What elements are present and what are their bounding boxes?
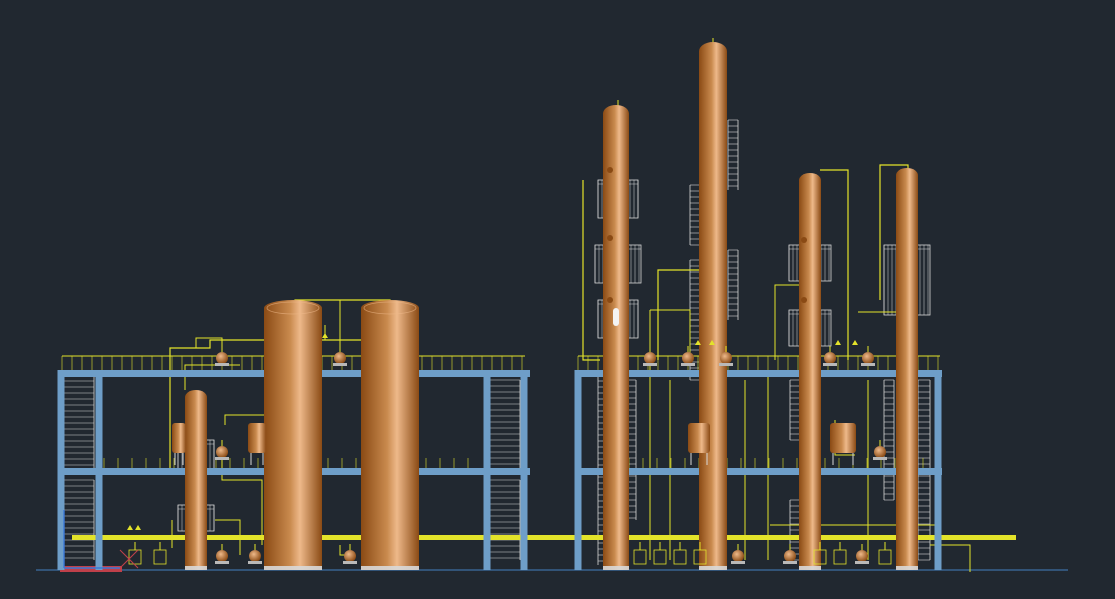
column-nozzle-1 [607,235,613,241]
pump-10 [861,346,875,366]
pump-skid-8 [878,542,892,565]
pump-11 [731,544,745,564]
column-2-reflux [650,309,691,358]
pump-3 [215,544,229,564]
pump-0 [215,346,229,366]
column-4-lower-ladder [883,379,895,501]
pump-5 [343,544,357,564]
frame-column-0 [574,370,582,570]
red-pipe [60,566,122,572]
drum-outlet [221,450,263,545]
pump-7 [681,346,695,366]
valve-2 [322,333,328,338]
pump-skid-7 [833,542,847,565]
storage-tank-2 [361,300,419,570]
pump-6 [643,346,657,366]
column-nozzle-2 [607,297,613,303]
distillation-column-3 [799,173,821,571]
distillation-column-4 [896,168,918,571]
frame-beam-top [575,370,942,377]
column-2-mid-ladder [727,249,739,320]
frame-beam-mid [575,468,942,475]
main-header-pipe [72,535,1016,540]
pump-skid-2 [633,542,647,565]
cad-3d-viewport[interactable] [0,0,1115,599]
pump-13 [855,544,869,564]
pump-skid-1 [153,542,167,565]
valve-1 [135,525,141,530]
pumps [127,333,892,565]
distillation-column-2 [699,42,727,571]
frame-column-1 [95,370,103,570]
column-nozzle-0 [607,167,613,173]
sight-glass [613,308,619,326]
left-frame-ladder-c [489,379,521,471]
pump-skid-3 [653,542,667,565]
pump-skid-4 [673,542,687,565]
column-2-feed [657,269,701,360]
pump-1 [333,346,347,366]
valve-6 [852,340,858,345]
valve-0 [127,525,133,530]
column-3-lower-ladder-a [789,379,801,441]
reflux-drum-left [248,423,266,465]
left-frame-ladder-a [63,374,95,470]
column-1-overhead [582,180,600,361]
frame-column-5 [934,370,942,570]
pump-2 [215,440,229,460]
left-frame-ladder-b [63,479,95,560]
distillation-column-1 [603,105,629,571]
column-3-feed [774,284,800,360]
small-column [185,390,207,570]
storage-tank-1 [264,300,322,570]
column-2-upper-ladder [727,119,739,190]
valve-5 [835,340,841,345]
column-nozzle-3 [801,237,807,243]
frame-column-3 [520,370,528,570]
pump-4 [248,544,262,564]
column-nozzle-4 [801,297,807,303]
pump-12 [783,544,797,564]
reflux-drum-right-2 [830,423,856,465]
pump-9 [823,346,837,366]
pump-14 [873,440,887,460]
column-3-overhead [820,169,849,360]
left-frame-ladder-d [489,479,521,560]
frame-column-2 [483,370,491,570]
process-vessels [172,42,918,571]
